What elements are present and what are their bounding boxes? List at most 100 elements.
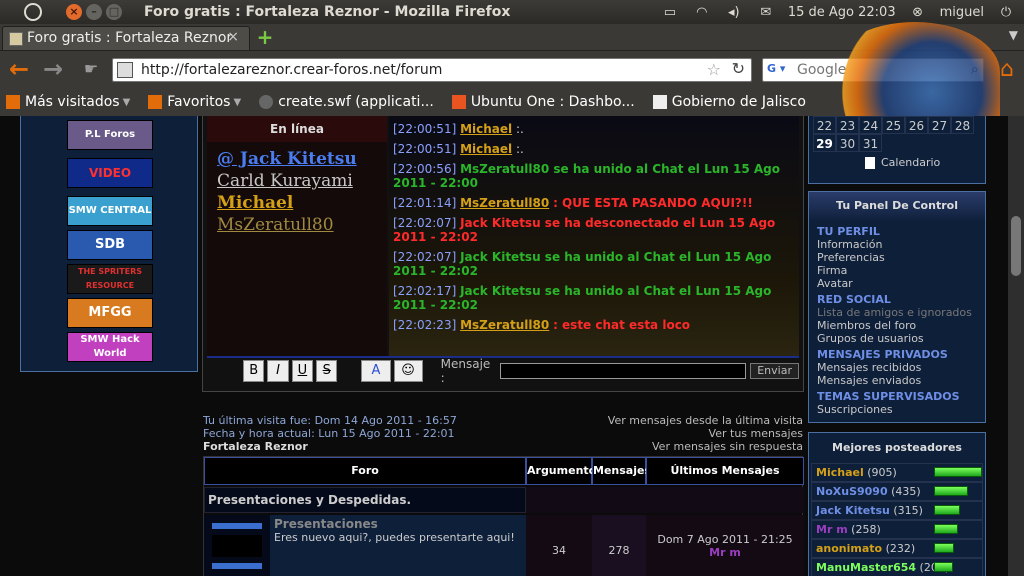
minimize-window-button[interactable]: – (86, 4, 102, 20)
poster-name[interactable]: Jack Kitetsu (816, 504, 890, 517)
panel-section-title[interactable]: MENSAJES PRIVADOS (817, 349, 985, 361)
chat-message: [22:00:56] MsZeratull80 se ha unido al C… (393, 162, 799, 190)
bold-button[interactable]: B (243, 360, 265, 382)
poster-name[interactable]: Mr m (816, 523, 848, 536)
bookmark-create-swf[interactable]: create.swf (applicati... (259, 94, 434, 110)
status-icon[interactable]: ⊗ (908, 5, 928, 20)
italic-button[interactable]: I (267, 360, 289, 382)
poster-name[interactable]: Michael (816, 466, 864, 479)
google-search-engine-icon[interactable]: G ▾ (767, 62, 793, 78)
online-user[interactable]: Michael (217, 192, 387, 214)
forum-title-link[interactable]: Presentaciones (274, 517, 522, 531)
affiliate-banner[interactable]: VIDEO GAMES (67, 158, 153, 188)
page-scrollbar[interactable] (1008, 116, 1024, 576)
back-button[interactable]: ← (6, 57, 32, 83)
text-color-button[interactable]: A (361, 360, 391, 382)
firefox-logo-icon (830, 22, 1000, 122)
calendar-day[interactable]: 25 (882, 116, 905, 134)
panel-link[interactable]: Suscripciones (817, 403, 985, 416)
calendar-day[interactable]: 23 (836, 116, 859, 134)
clock[interactable]: 15 de Ago 22:03 (788, 5, 896, 20)
message-author[interactable]: Michael (460, 122, 512, 136)
volume-icon[interactable]: ◂) (724, 5, 744, 20)
panel-section-title[interactable]: RED SOCIAL (817, 294, 985, 306)
panel-section-title[interactable]: TU PERFIL (817, 226, 985, 238)
message-author[interactable]: MsZeratull80 (460, 318, 549, 332)
smiley-button[interactable]: ☺ (393, 360, 423, 382)
close-tab-icon[interactable]: × (227, 29, 239, 45)
calendar-day[interactable]: 30 (836, 134, 859, 152)
wifi-icon[interactable]: ◠ (692, 5, 712, 20)
calendar-day[interactable]: 26 (905, 116, 928, 134)
affiliate-banner[interactable]: SMW Hack World (67, 332, 153, 362)
scroll-thumb[interactable] (1011, 216, 1021, 276)
view-your-posts-link[interactable]: Ver tus mensajes (608, 427, 803, 440)
affiliate-banner[interactable]: MFGG (67, 298, 153, 328)
maximize-window-button[interactable]: □ (106, 4, 122, 20)
affiliate-banner[interactable]: P.L Foros (67, 120, 153, 150)
panel-link[interactable]: Preferencias (817, 251, 985, 264)
last-post-user[interactable]: Mr m (646, 546, 804, 559)
online-user[interactable]: MsZeratull80 (217, 214, 387, 236)
mail-icon[interactable]: ✉ (756, 5, 776, 20)
site-identity-icon[interactable] (117, 62, 133, 78)
tab-list-icon[interactable]: ▼ (1009, 28, 1018, 42)
url-input[interactable] (141, 61, 701, 79)
poster-count: (232) (882, 542, 916, 555)
panel-link[interactable]: Mensajes recibidos (817, 361, 985, 374)
panel-link[interactable]: Lista de amigos e ignorados (817, 306, 985, 319)
calendar-day[interactable]: 24 (859, 116, 882, 134)
close-window-button[interactable]: × (66, 4, 82, 20)
affiliate-banner[interactable]: SDB (67, 230, 153, 260)
panel-link[interactable]: Avatar (817, 277, 985, 290)
message-input[interactable] (500, 363, 747, 379)
bookmark-most-visited[interactable]: Más visitados ▼ (6, 94, 130, 110)
calendar-link[interactable]: Calendario (865, 156, 985, 169)
calendar-icon (865, 157, 875, 169)
bookmark-favorites[interactable]: Favoritos ▼ (148, 94, 241, 110)
url-bar[interactable]: ☆ ↻ (112, 58, 752, 82)
online-user[interactable]: Carld Kurayami (217, 170, 387, 192)
bookmark-gobierno-jalisco[interactable]: Gobierno de Jalisco (652, 94, 806, 110)
forward-button[interactable]: → (40, 57, 66, 83)
ubuntu-logo-icon[interactable] (24, 3, 42, 21)
power-icon[interactable]: ⏻ (996, 5, 1016, 20)
panel-section-title[interactable]: TEMAS SUPERVISADOS (817, 391, 985, 403)
affiliate-banner[interactable]: THE SPRITERS RESOURCE (67, 264, 153, 294)
panel-link[interactable]: Información (817, 238, 985, 251)
poster-count: (315) (889, 504, 923, 517)
history-icon[interactable]: ☛ (78, 57, 104, 83)
poster-name[interactable]: ManuMaster654 (816, 561, 916, 574)
online-user[interactable]: @ Jack Kitetsu (217, 148, 387, 170)
poster-bar (934, 543, 954, 553)
user-menu[interactable]: miguel (940, 5, 984, 20)
panel-link[interactable]: Miembros del foro (817, 319, 985, 332)
poster-name[interactable]: NoXuS9090 (816, 485, 888, 498)
affiliate-banner[interactable]: SMW CENTRAL (67, 196, 153, 226)
strike-button[interactable]: S (316, 360, 338, 382)
calendar-day[interactable]: 27 (928, 116, 951, 134)
bookmark-ubuntu-one[interactable]: Ubuntu One : Dashbo... (451, 94, 635, 110)
bookmark-star-icon[interactable]: ☆ (707, 60, 721, 79)
view-unanswered-link[interactable]: Ver mensajes sin respuesta (608, 440, 803, 453)
battery-icon[interactable]: ▭ (660, 5, 680, 20)
calendar-day[interactable]: 28 (951, 116, 974, 134)
calendar-day[interactable]: 22 (813, 116, 836, 134)
message-author[interactable]: MsZeratull80 (460, 196, 549, 210)
underline-button[interactable]: U (291, 360, 314, 382)
calendar-day[interactable]: 31 (859, 134, 882, 152)
category-title[interactable]: Presentaciones y Despedidas. (204, 487, 526, 513)
view-new-posts-link[interactable]: Ver mensajes desde la última visita (608, 414, 803, 427)
panel-link[interactable]: Grupos de usuarios (817, 332, 985, 345)
panel-link[interactable]: Mensajes enviados (817, 374, 985, 387)
new-tab-button[interactable]: + (254, 27, 276, 48)
affiliates-box: P.L Foros VIDEO GAMES SMW CENTRAL SDB TH… (20, 116, 198, 372)
panel-link[interactable]: Firma (817, 264, 985, 277)
reload-icon[interactable]: ↻ (732, 59, 745, 78)
calendar-day[interactable]: 29 (813, 134, 836, 152)
browser-tab[interactable]: Foro gratis : Fortaleza Reznor × (2, 26, 250, 50)
message-author[interactable]: Michael (460, 142, 512, 156)
message-text: : QUE ESTA PASANDO AQUI?!! (553, 196, 753, 210)
send-button[interactable]: Enviar (750, 363, 799, 379)
poster-name[interactable]: anonimato (816, 542, 882, 555)
